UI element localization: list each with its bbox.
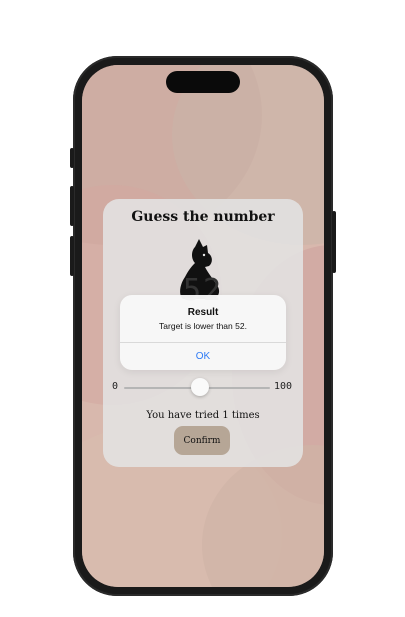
phone-frame: Guess the number 52 0 100 You have tried…: [70, 56, 336, 596]
action-button: [70, 148, 74, 168]
dynamic-island: [166, 71, 240, 93]
game-title: Guess the number: [131, 209, 275, 225]
alert-title: Result: [187, 307, 219, 318]
alert-message: Target is lower than 52.: [159, 321, 247, 331]
volume-up-button: [70, 186, 74, 226]
power-button: [332, 211, 336, 273]
alert-ok-button[interactable]: OK: [120, 343, 286, 370]
volume-down-button: [70, 236, 74, 276]
slider-max-label: 100: [274, 381, 293, 392]
slider-min-label: 0: [112, 381, 119, 392]
result-alert: Result Target is lower than 52. OK: [120, 295, 286, 370]
screen: Guess the number 52 0 100 You have tried…: [82, 65, 324, 587]
confirm-button[interactable]: Confirm: [174, 426, 230, 455]
tries-counter: You have tried 1 times: [146, 410, 260, 421]
slider-thumb[interactable]: [190, 378, 209, 396]
